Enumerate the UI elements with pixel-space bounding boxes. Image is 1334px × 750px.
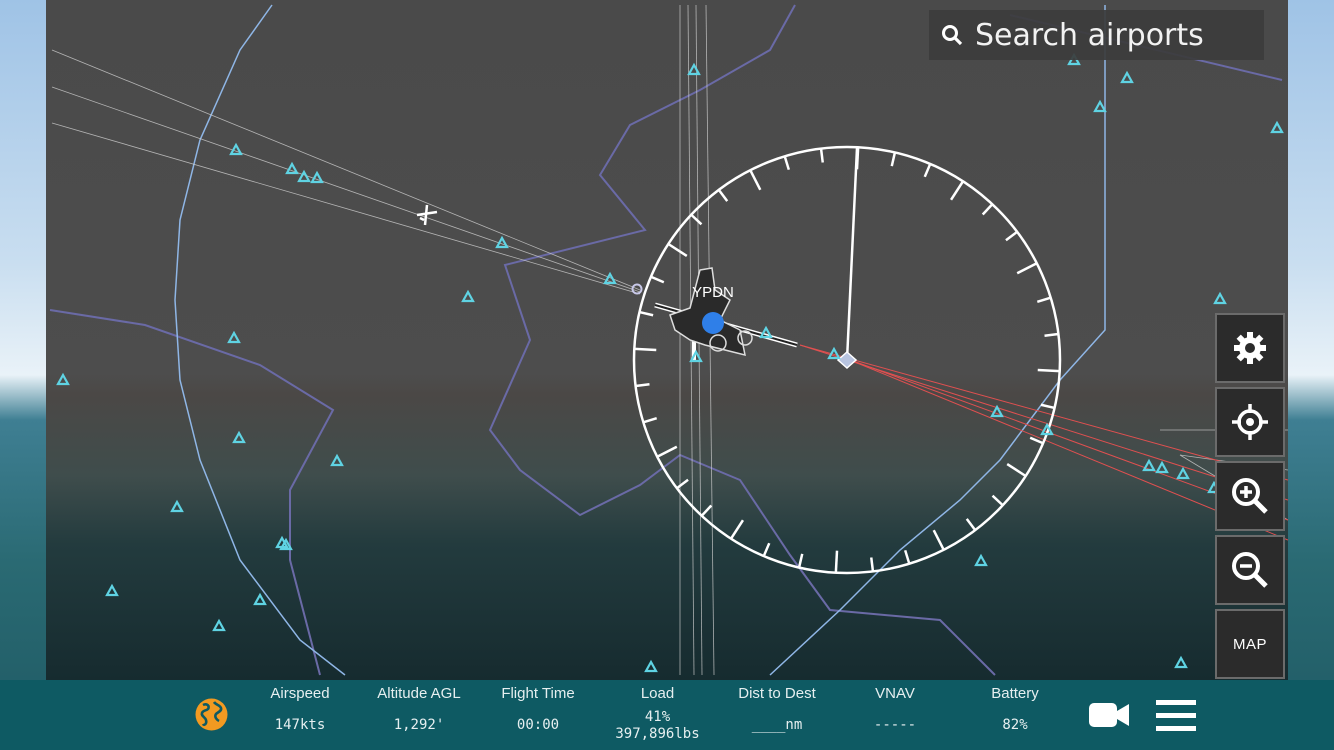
airport-triangle-icon[interactable] — [644, 659, 658, 673]
stat-label: Load — [640, 685, 675, 702]
stat-value: ____nm — [751, 717, 803, 733]
search-bar[interactable]: Search airports — [929, 10, 1264, 60]
airport-triangle-icon[interactable] — [1176, 466, 1190, 480]
zoom-in-icon — [1232, 478, 1268, 514]
airport-triangle-icon[interactable] — [229, 142, 243, 156]
airport-diagram — [654, 267, 798, 360]
stat-value: 00:00 — [516, 717, 560, 733]
gear-icon — [1234, 332, 1266, 364]
stat-label: Battery — [991, 685, 1039, 702]
airport-triangle-icon[interactable] — [827, 346, 841, 360]
airport-triangle-icon[interactable] — [310, 170, 324, 184]
airport-triangle-icon[interactable] — [56, 372, 70, 386]
map-button-label: MAP — [1232, 635, 1267, 653]
globe-icon[interactable] — [194, 697, 229, 732]
airway-lines — [174, 4, 1106, 676]
stat-label: VNAV — [875, 685, 915, 702]
airport-triangle-icon[interactable] — [232, 430, 246, 444]
stat-value: 1,292' — [393, 717, 445, 733]
stat-label: Airspeed — [270, 685, 330, 702]
nearby-airports[interactable] — [56, 52, 1284, 673]
map-view[interactable]: YPDN Search airports MAP — [46, 0, 1288, 680]
stat-label: Flight Time — [501, 685, 575, 702]
zoom-out-icon — [1232, 552, 1268, 588]
stat-label: Dist to Dest — [738, 685, 816, 702]
airport-triangle-icon[interactable] — [1093, 99, 1107, 113]
airport-triangle-icon[interactable] — [495, 235, 509, 249]
stat-flight-time: Flight Time 00:00 — [488, 680, 588, 750]
search-icon — [942, 25, 963, 46]
airport-triangle-icon[interactable] — [253, 592, 267, 606]
stat-battery: Battery 82% — [970, 680, 1060, 750]
stat-value: 82% — [1002, 717, 1028, 733]
airport-triangle-icon[interactable] — [1120, 70, 1134, 84]
destination-waypoint-icon[interactable] — [836, 350, 858, 370]
camera-icon[interactable] — [1088, 699, 1130, 731]
zoom-in-button[interactable] — [1215, 461, 1285, 531]
search-input[interactable]: Search airports — [975, 18, 1204, 53]
airport-triangle-icon[interactable] — [1270, 120, 1284, 134]
map-canvas[interactable]: YPDN — [46, 0, 1288, 680]
airport-label[interactable]: YPDN — [692, 284, 734, 301]
stat-label: Altitude AGL — [377, 685, 461, 702]
settings-button[interactable] — [1215, 313, 1285, 383]
airport-triangle-icon[interactable] — [212, 618, 226, 632]
airport-triangle-icon[interactable] — [1213, 291, 1227, 305]
stat-value: ----- — [873, 717, 917, 733]
stat-value: 147kts — [274, 717, 326, 733]
airport-triangle-icon[interactable] — [687, 62, 701, 76]
aircraft-position-marker — [702, 312, 724, 334]
airport-triangle-icon[interactable] — [974, 553, 988, 567]
airport-triangle-icon[interactable] — [170, 499, 184, 513]
stat-dist-to-dest: Dist to Dest ____nm — [722, 680, 832, 750]
airport-triangle-icon[interactable] — [285, 161, 299, 175]
stat-airspeed: Airspeed 147kts — [255, 680, 345, 750]
airport-triangle-icon[interactable] — [330, 453, 344, 467]
stat-value-secondary: 397,896lbs — [615, 726, 700, 742]
stat-load: Load 41% 397,896lbs — [600, 680, 715, 750]
stat-value: 41% — [644, 709, 671, 725]
map-button[interactable]: MAP — [1215, 609, 1285, 679]
stat-vnav: VNAV ----- — [850, 680, 940, 750]
center-on-aircraft-button[interactable] — [1215, 387, 1285, 457]
stat-altitude: Altitude AGL 1,292' — [360, 680, 478, 750]
menu-icon[interactable] — [1156, 699, 1196, 733]
crosshair-icon — [1232, 404, 1268, 440]
traffic-aircraft-icon[interactable] — [416, 204, 438, 226]
airport-triangle-icon[interactable] — [461, 289, 475, 303]
airport-triangle-icon[interactable] — [105, 583, 119, 597]
airport-triangle-icon[interactable] — [1174, 655, 1188, 669]
airport-triangle-icon[interactable] — [227, 330, 241, 344]
zoom-out-button[interactable] — [1215, 535, 1285, 605]
airport-triangle-icon[interactable] — [1155, 460, 1169, 474]
